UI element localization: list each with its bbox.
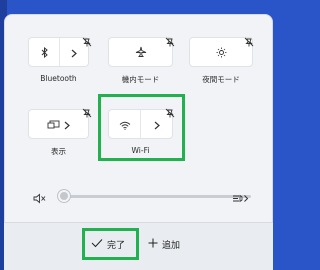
unpin-icon[interactable]	[244, 32, 254, 47]
display-label: 表示	[51, 147, 66, 156]
display-tile[interactable]	[28, 109, 89, 139]
bluetooth-toggle[interactable]	[29, 38, 59, 66]
add-label: 追加	[162, 241, 181, 251]
bluetooth-icon	[40, 43, 49, 62]
volume-slider-thumb[interactable]	[58, 190, 70, 202]
display-expand-button[interactable]	[29, 110, 88, 138]
night-light-icon	[216, 43, 227, 62]
chevron-right-icon	[64, 115, 70, 134]
plus-icon	[148, 238, 158, 251]
airplane-mode-tile[interactable]	[108, 37, 173, 67]
volume-slider-track[interactable]	[64, 195, 251, 198]
night-light-label: 夜間モード	[202, 75, 240, 84]
airplane-mode-label: 機内モード	[121, 75, 160, 84]
unpin-icon[interactable]	[82, 103, 92, 118]
night-light-toggle[interactable]	[190, 38, 252, 66]
airplane-icon	[135, 43, 147, 62]
wifi-highlight	[98, 94, 185, 161]
volume-muted-icon[interactable]	[33, 189, 46, 208]
audio-output-icon[interactable]	[232, 189, 249, 208]
add-button[interactable]: 追加	[148, 238, 180, 251]
bluetooth-tile[interactable]	[28, 37, 89, 67]
display-icon	[47, 115, 60, 134]
bluetooth-label: Bluetooth	[40, 74, 77, 83]
unpin-icon[interactable]	[82, 32, 92, 47]
unpin-icon[interactable]	[165, 32, 175, 47]
done-highlight	[82, 228, 139, 260]
chevron-right-icon	[71, 43, 77, 62]
airplane-mode-toggle[interactable]	[109, 38, 172, 66]
